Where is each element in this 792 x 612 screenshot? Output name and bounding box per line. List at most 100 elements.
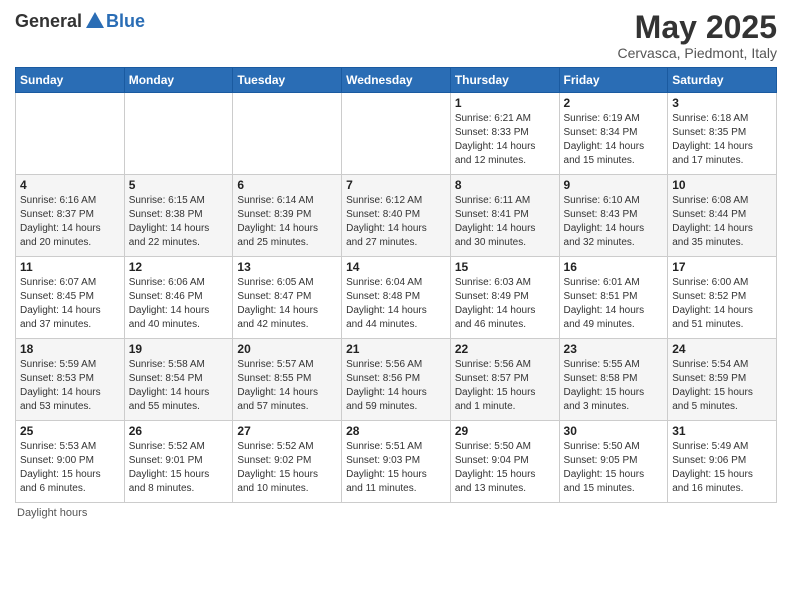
day-detail: Sunrise: 5:50 AMSunset: 9:05 PMDaylight:… <box>564 440 664 496</box>
calendar-day-cell: 26 Sunrise: 5:52 AMSunset: 9:01 PMDayligh… <box>124 421 233 503</box>
calendar-week-row: 25Sunrise: 5:53 AMSunset: 9:00 PMDayligh… <box>16 421 777 503</box>
day-number: 25 <box>20 424 120 438</box>
calendar-day-cell: 20Sunrise: 5:57 AMSunset: 8:55 PMDayligh… <box>233 339 342 421</box>
day-number: 4 <box>20 178 120 192</box>
day-number: 16 <box>564 260 664 274</box>
day-detail: Sunrise: 6:01 AMSunset: 8:51 PMDaylight:… <box>564 276 664 332</box>
calendar-day-cell <box>16 93 125 175</box>
day-detail: Sunrise: 6:11 AMSunset: 8:41 PMDaylight:… <box>455 194 555 250</box>
page-container: General Blue May 2025 Cervasca, Piedmont… <box>0 0 792 529</box>
calendar-day-cell: 11 Sunrise: 6:07 AMSunset: 8:45 PMDayligh… <box>16 257 125 339</box>
day-number: 30 <box>564 424 664 438</box>
title-block: May 2025 Cervasca, Piedmont, Italy <box>617 10 777 61</box>
day-detail: Sunrise: 5:51 AMSunset: 9:03 PMDaylight:… <box>346 440 446 496</box>
day-detail: Sunrise: 5:49 AMSunset: 9:06 PMDaylight:… <box>672 440 772 496</box>
calendar-week-row: 1Sunrise: 6:21 AMSunset: 8:33 PMDaylight… <box>16 93 777 175</box>
calendar-day-cell: 23Sunrise: 5:55 AMSunset: 8:58 PMDayligh… <box>559 339 668 421</box>
day-number: 7 <box>346 178 446 192</box>
calendar-week-row: 11 Sunrise: 6:07 AMSunset: 8:45 PMDayligh… <box>16 257 777 339</box>
calendar-day-cell: 25Sunrise: 5:53 AMSunset: 9:00 PMDayligh… <box>16 421 125 503</box>
day-detail: Sunrise: 5:58 AMSunset: 8:54 PMDaylight:… <box>129 358 229 414</box>
calendar-day-cell: 8 Sunrise: 6:11 AMSunset: 8:41 PMDaylight… <box>450 175 559 257</box>
calendar-day-cell: 18Sunrise: 5:59 AMSunset: 8:53 PMDayligh… <box>16 339 125 421</box>
calendar-day-cell <box>342 93 451 175</box>
day-detail: Sunrise: 5:57 AMSunset: 8:55 PMDaylight:… <box>237 358 337 414</box>
calendar-day-cell: 28 Sunrise: 5:51 AMSunset: 9:03 PMDayligh… <box>342 421 451 503</box>
calendar-day-cell: 2 Sunrise: 6:19 AMSunset: 8:34 PMDaylight… <box>559 93 668 175</box>
footer-note: Daylight hours <box>15 507 777 519</box>
calendar-day-cell: 3Sunrise: 6:18 AMSunset: 8:35 PMDaylight… <box>668 93 777 175</box>
calendar-day-cell: 13 Sunrise: 6:05 AMSunset: 8:47 PMDayligh… <box>233 257 342 339</box>
day-detail: Sunrise: 5:59 AMSunset: 8:53 PMDaylight:… <box>20 358 120 414</box>
day-number: 24 <box>672 342 772 356</box>
weekday-header: Wednesday <box>342 68 451 93</box>
day-number: 31 <box>672 424 772 438</box>
day-number: 23 <box>564 342 664 356</box>
day-detail: Sunrise: 6:04 AMSunset: 8:48 PMDaylight:… <box>346 276 446 332</box>
day-number: 15 <box>455 260 555 274</box>
location-title: Cervasca, Piedmont, Italy <box>617 45 777 61</box>
calendar-day-cell: 15 Sunrise: 6:03 AMSunset: 8:49 PMDayligh… <box>450 257 559 339</box>
calendar-day-cell: 9 Sunrise: 6:10 AMSunset: 8:43 PMDaylight… <box>559 175 668 257</box>
day-detail: Sunrise: 5:52 AMSunset: 9:01 PMDaylight:… <box>129 440 229 496</box>
calendar-day-cell: 6 Sunrise: 6:14 AMSunset: 8:39 PMDaylight… <box>233 175 342 257</box>
day-detail: Sunrise: 6:06 AMSunset: 8:46 PMDaylight:… <box>129 276 229 332</box>
day-number: 27 <box>237 424 337 438</box>
calendar-day-cell: 31 Sunrise: 5:49 AMSunset: 9:06 PMDayligh… <box>668 421 777 503</box>
calendar-day-cell: 7Sunrise: 6:12 AMSunset: 8:40 PMDaylight… <box>342 175 451 257</box>
day-detail: Sunrise: 6:05 AMSunset: 8:47 PMDaylight:… <box>237 276 337 332</box>
calendar-week-row: 4Sunrise: 6:16 AMSunset: 8:37 PMDaylight… <box>16 175 777 257</box>
calendar-day-cell <box>124 93 233 175</box>
calendar-day-cell: 10 Sunrise: 6:08 AMSunset: 8:44 PMDayligh… <box>668 175 777 257</box>
day-number: 8 <box>455 178 555 192</box>
day-number: 2 <box>564 96 664 110</box>
weekday-header: Thursday <box>450 68 559 93</box>
calendar-day-cell: 29 Sunrise: 5:50 AMSunset: 9:04 PMDayligh… <box>450 421 559 503</box>
weekday-header: Monday <box>124 68 233 93</box>
calendar-day-cell: 30 Sunrise: 5:50 AMSunset: 9:05 PMDayligh… <box>559 421 668 503</box>
day-number: 6 <box>237 178 337 192</box>
calendar-day-cell: 27 Sunrise: 5:52 AMSunset: 9:02 PMDayligh… <box>233 421 342 503</box>
day-detail: Sunrise: 5:54 AMSunset: 8:59 PMDaylight:… <box>672 358 772 414</box>
day-number: 10 <box>672 178 772 192</box>
day-number: 9 <box>564 178 664 192</box>
day-number: 11 <box>20 260 120 274</box>
day-detail: Sunrise: 6:03 AMSunset: 8:49 PMDaylight:… <box>455 276 555 332</box>
day-number: 26 <box>129 424 229 438</box>
day-detail: Sunrise: 6:07 AMSunset: 8:45 PMDaylight:… <box>20 276 120 332</box>
weekday-header: Sunday <box>16 68 125 93</box>
day-number: 13 <box>237 260 337 274</box>
logo: General Blue <box>15 10 145 32</box>
calendar-table: SundayMondayTuesdayWednesdayThursdayFrid… <box>15 67 777 503</box>
month-title: May 2025 <box>617 10 777 45</box>
weekday-header: Saturday <box>668 68 777 93</box>
day-detail: Sunrise: 5:56 AMSunset: 8:57 PMDaylight:… <box>455 358 555 414</box>
calendar-day-cell: 24 Sunrise: 5:54 AMSunset: 8:59 PMDayligh… <box>668 339 777 421</box>
day-detail: Sunrise: 6:08 AMSunset: 8:44 PMDaylight:… <box>672 194 772 250</box>
day-number: 21 <box>346 342 446 356</box>
logo-blue: Blue <box>106 11 145 32</box>
calendar-day-cell: 5 Sunrise: 6:15 AMSunset: 8:38 PMDaylight… <box>124 175 233 257</box>
calendar-day-cell: 12Sunrise: 6:06 AMSunset: 8:46 PMDayligh… <box>124 257 233 339</box>
day-detail: Sunrise: 5:50 AMSunset: 9:04 PMDaylight:… <box>455 440 555 496</box>
day-detail: Sunrise: 6:18 AMSunset: 8:35 PMDaylight:… <box>672 112 772 168</box>
day-number: 1 <box>455 96 555 110</box>
day-detail: Sunrise: 6:10 AMSunset: 8:43 PMDaylight:… <box>564 194 664 250</box>
calendar-day-cell: 14Sunrise: 6:04 AMSunset: 8:48 PMDayligh… <box>342 257 451 339</box>
day-number: 22 <box>455 342 555 356</box>
day-number: 29 <box>455 424 555 438</box>
day-detail: Sunrise: 5:52 AMSunset: 9:02 PMDaylight:… <box>237 440 337 496</box>
calendar-day-cell: 21Sunrise: 5:56 AMSunset: 8:56 PMDayligh… <box>342 339 451 421</box>
day-number: 28 <box>346 424 446 438</box>
calendar-day-cell: 17Sunrise: 6:00 AMSunset: 8:52 PMDayligh… <box>668 257 777 339</box>
day-detail: Sunrise: 6:19 AMSunset: 8:34 PMDaylight:… <box>564 112 664 168</box>
day-detail: Sunrise: 6:14 AMSunset: 8:39 PMDaylight:… <box>237 194 337 250</box>
logo-general: General <box>15 11 82 32</box>
calendar-day-cell: 4Sunrise: 6:16 AMSunset: 8:37 PMDaylight… <box>16 175 125 257</box>
day-detail: Sunrise: 6:15 AMSunset: 8:38 PMDaylight:… <box>129 194 229 250</box>
calendar-body: 1Sunrise: 6:21 AMSunset: 8:33 PMDaylight… <box>16 93 777 503</box>
calendar-week-row: 18Sunrise: 5:59 AMSunset: 8:53 PMDayligh… <box>16 339 777 421</box>
day-number: 5 <box>129 178 229 192</box>
header-row: General Blue May 2025 Cervasca, Piedmont… <box>15 10 777 61</box>
calendar-day-cell: 19Sunrise: 5:58 AMSunset: 8:54 PMDayligh… <box>124 339 233 421</box>
